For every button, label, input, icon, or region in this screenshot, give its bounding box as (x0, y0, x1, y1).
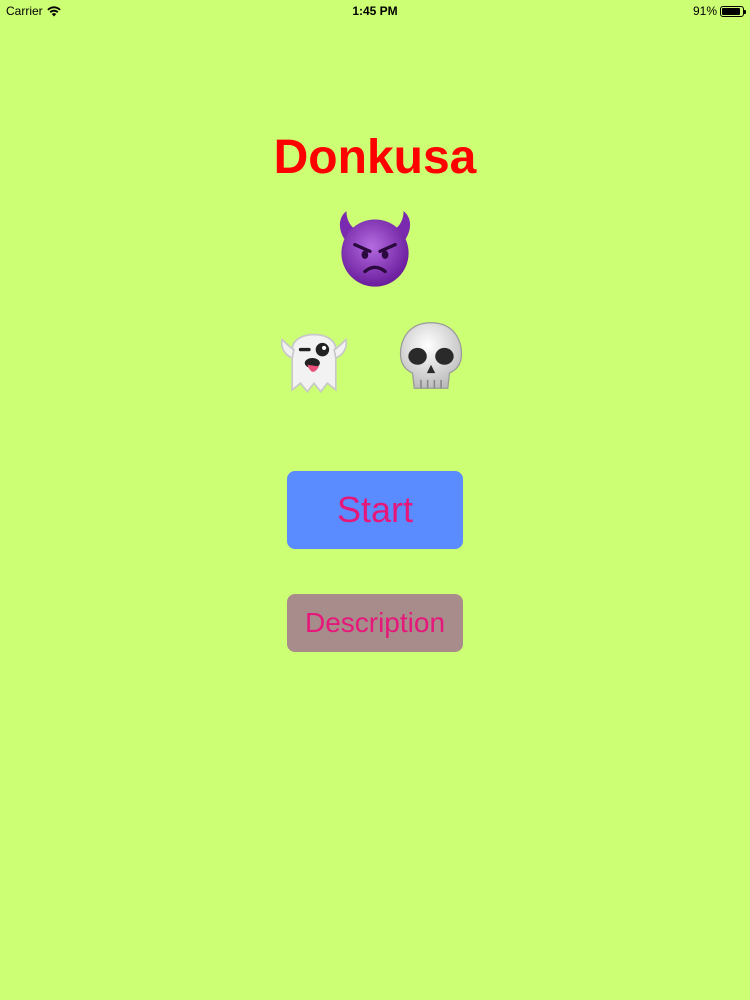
clock: 1:45 PM (352, 4, 398, 18)
status-bar: Carrier 1:45 PM 91% (0, 0, 750, 22)
ghost-icon (272, 316, 356, 400)
status-right: 91% (692, 4, 746, 18)
smiling-face-with-horns-icon (333, 206, 417, 290)
start-button[interactable]: Start (287, 471, 463, 549)
battery-fill (722, 7, 740, 15)
app-title: Donkusa (273, 131, 477, 184)
battery-percent: 91% (692, 4, 717, 18)
battery-icon (720, 5, 746, 17)
description-button[interactable]: Description (287, 594, 463, 652)
skull-icon (389, 316, 473, 400)
